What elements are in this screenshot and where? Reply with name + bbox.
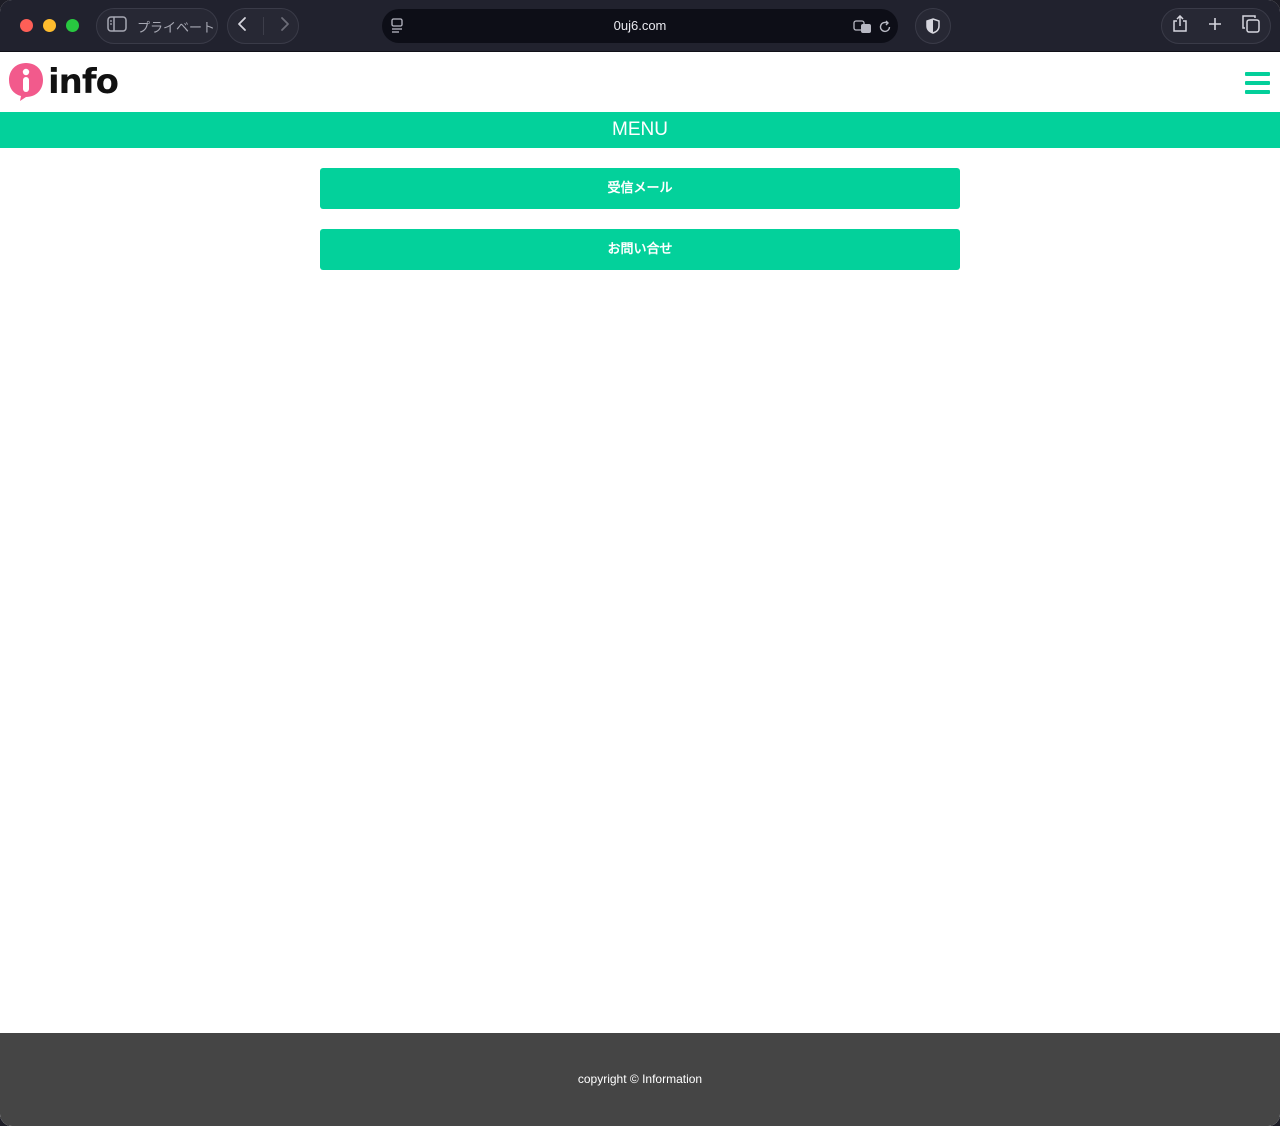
site-logo[interactable]: info	[8, 62, 119, 102]
sidebar-toggle-button[interactable]: プライベート	[96, 8, 218, 44]
site-footer: copyright © Information	[0, 1033, 1280, 1126]
minimize-window-button[interactable]	[43, 19, 56, 32]
tab-overview-button[interactable]	[1242, 15, 1261, 37]
logo-text: info	[48, 62, 119, 102]
menu-title-bar: MENU	[0, 112, 1280, 148]
inbox-button[interactable]: 受信メール	[320, 168, 960, 209]
browser-toolbar: プライベート 0uj6.com	[0, 0, 1280, 52]
site-header: info	[0, 52, 1280, 112]
zoom-window-button[interactable]	[66, 19, 79, 32]
nav-divider	[262, 17, 264, 35]
hamburger-line	[1245, 81, 1270, 85]
chevron-left-icon	[237, 17, 246, 31]
hamburger-line	[1245, 90, 1270, 94]
plus-icon	[1208, 18, 1221, 30]
chevron-right-icon	[280, 17, 289, 31]
forward-button[interactable]	[279, 16, 291, 36]
share-button[interactable]	[1172, 14, 1188, 37]
hamburger-menu-button[interactable]	[1245, 72, 1270, 94]
reload-icon[interactable]	[878, 19, 892, 38]
address-bar[interactable]: 0uj6.com	[382, 9, 898, 43]
share-icon	[1172, 14, 1187, 32]
url-text: 0uj6.com	[613, 18, 667, 33]
info-logo-icon	[8, 62, 44, 102]
web-page: info MENU 受信メール お問い合せ copyright © Inform…	[0, 52, 1280, 1126]
close-window-button[interactable]	[20, 19, 33, 32]
tabs-icon	[1242, 15, 1261, 33]
copyright-text: copyright © Information	[577, 1072, 703, 1086]
back-button[interactable]	[236, 16, 248, 36]
hamburger-line	[1245, 72, 1270, 76]
contact-button[interactable]: お問い合せ	[320, 229, 960, 270]
translate-icon[interactable]	[853, 19, 873, 38]
sidebar-icon	[107, 16, 127, 36]
new-tab-button[interactable]	[1207, 16, 1223, 36]
browser-window: プライベート 0uj6.com info MENU 受信メール お問い合せ co…	[0, 0, 1280, 1126]
toolbar-actions	[1161, 8, 1271, 44]
navigation-buttons	[227, 8, 299, 44]
shield-icon	[926, 18, 940, 34]
private-mode-label: プライベート	[137, 20, 216, 36]
privacy-report-button[interactable]	[915, 8, 951, 44]
